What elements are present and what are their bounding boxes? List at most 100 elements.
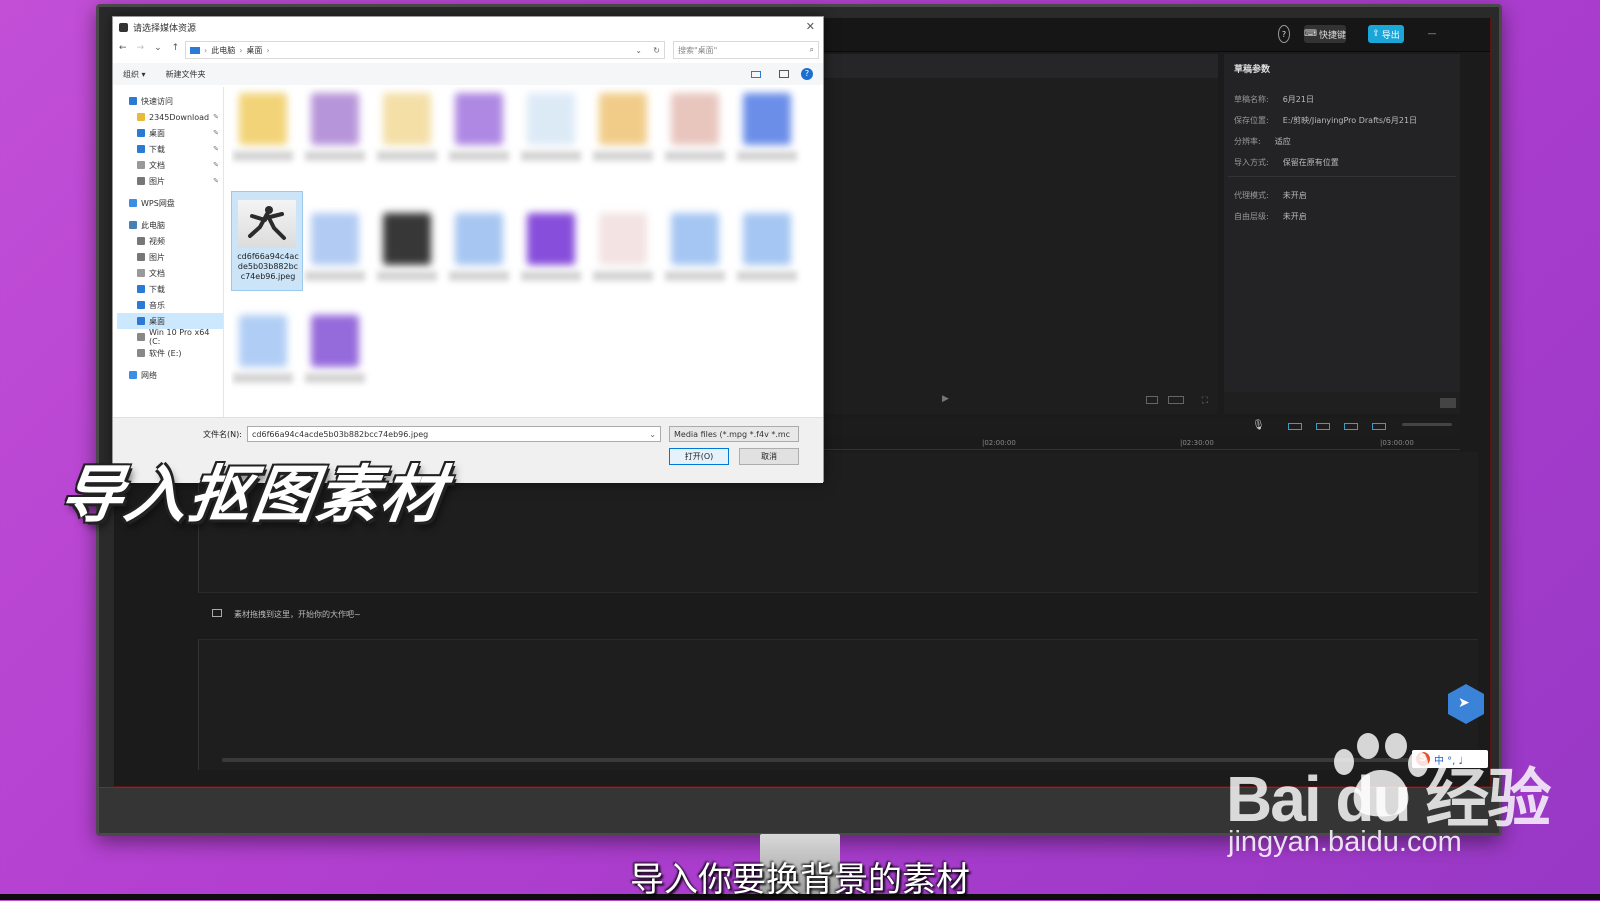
draft-row: 保存位置: E:/剪映/JianyingPro Drafts/6月21日 [1234, 115, 1417, 126]
fullscreen-icon[interactable]: ⛶ [1202, 396, 1208, 406]
search-placeholder: 搜索"桌面" [678, 45, 718, 55]
desktop-icon [137, 317, 145, 325]
file-item[interactable] [447, 207, 511, 291]
minimize-icon[interactable]: — [1426, 25, 1438, 43]
snap-icon[interactable] [1316, 423, 1330, 430]
nav-item[interactable]: 网络 [117, 367, 223, 383]
nav-item[interactable]: 图片 [117, 249, 223, 265]
player-panel: ▶ ⛶ [814, 54, 1218, 414]
new-folder-button[interactable]: 新建文件夹 [166, 69, 206, 80]
filetype-select[interactable]: Media files (*.mpg *.f4v *.mc [669, 426, 799, 442]
draft-row-value: E:/剪映/JianyingPro Drafts/6月21日 [1282, 116, 1418, 125]
view-icon[interactable] [751, 70, 761, 78]
split-icon[interactable] [1372, 423, 1386, 430]
forward-arrow-icon[interactable]: → [137, 43, 145, 53]
play-icon[interactable]: ▶ [942, 394, 949, 404]
blurred-file-name [665, 151, 725, 161]
nav-item-label: 音乐 [149, 300, 165, 310]
nav-item[interactable]: 图片 ✎ [117, 173, 223, 189]
close-icon[interactable]: ✕ [806, 20, 815, 33]
breadcrumb-item[interactable]: 此电脑 [211, 45, 235, 56]
refresh-icon[interactable]: ↻ [653, 46, 660, 55]
nav-item[interactable]: 文档 ✎ [117, 157, 223, 173]
file-item[interactable] [375, 87, 439, 171]
file-item[interactable] [591, 87, 655, 171]
nav-item[interactable]: 软件 (E:) [117, 345, 223, 361]
draft-title: 草稿参数 [1234, 65, 1271, 75]
file-item[interactable] [663, 207, 727, 291]
preview-axis-icon[interactable] [1344, 423, 1358, 430]
file-grid: cd6f66a94c4ac de5b03b882bc c74eb96.jpeg [231, 87, 821, 437]
file-thumbnail [455, 93, 503, 145]
dropdown-icon[interactable]: ⌄ [635, 46, 642, 55]
file-item[interactable] [375, 207, 439, 291]
up-arrow-icon[interactable]: ↑ [172, 43, 180, 53]
main-track[interactable]: 素材拖拽到这里，开始你的大作吧~ [198, 592, 1478, 640]
file-item[interactable] [735, 207, 799, 291]
nav-item[interactable]: 此电脑 [117, 217, 223, 233]
nav-item[interactable]: 文档 [117, 265, 223, 281]
nav-buttons: ← → ⌄ ↑ [119, 43, 179, 53]
draft-row-label: 分辨率: [1234, 137, 1261, 146]
nav-item[interactable]: 2345Download ✎ [117, 109, 223, 125]
file-thumbnail [239, 93, 287, 145]
cancel-button[interactable]: 取消 [739, 448, 799, 465]
filename-input[interactable]: cd6f66a94c4acde5b03b882bcc74eb96.jpeg ⌄ [247, 426, 661, 442]
nav-item[interactable]: 桌面 ✎ [117, 125, 223, 141]
filename-label: 文件名(N): [203, 430, 242, 439]
open-button[interactable]: 打开(O) [669, 448, 729, 465]
address-bar[interactable]: › 此电脑 › 桌面 › ⌄ ↻ [185, 41, 665, 59]
file-item[interactable] [591, 207, 655, 291]
help-icon[interactable]: ? [1278, 25, 1290, 43]
chevron-down-icon[interactable]: ⌄ [154, 43, 162, 53]
shortcut-label: 快捷键 [1319, 30, 1347, 41]
breadcrumb-item[interactable]: 桌面 [246, 45, 262, 56]
file-item[interactable] [303, 309, 367, 393]
nav-item[interactable]: 视频 [117, 233, 223, 249]
selected-file[interactable]: cd6f66a94c4ac de5b03b882bc c74eb96.jpeg [231, 191, 303, 291]
draft-row: 分辨率: 适应 [1234, 136, 1291, 147]
file-item[interactable] [663, 87, 727, 171]
bird-glyph: ➤ [1458, 695, 1470, 711]
nav-item[interactable]: 下载 [117, 281, 223, 297]
ratio-icon[interactable] [1146, 396, 1158, 404]
file-item[interactable] [303, 207, 367, 291]
help-icon[interactable]: ? [801, 68, 813, 80]
nav-item[interactable]: 下载 ✎ [117, 141, 223, 157]
preview-pane-icon[interactable] [779, 70, 789, 78]
microphone-icon[interactable]: 🎙 [1252, 420, 1265, 431]
organize-button[interactable]: 组织 ▾ [123, 69, 146, 80]
file-item[interactable] [735, 87, 799, 171]
file-item[interactable] [303, 87, 367, 171]
nav-item[interactable]: 音乐 [117, 297, 223, 313]
draft-row: 草稿名称: 6月21日 [1234, 94, 1314, 105]
file-item[interactable] [231, 87, 295, 171]
back-arrow-icon[interactable]: ← [119, 43, 127, 53]
blurred-file-name [449, 151, 509, 161]
file-item[interactable] [519, 87, 583, 171]
film-icon [212, 609, 222, 617]
nav-item[interactable]: Win 10 Pro x64 (C: [117, 328, 223, 346]
file-item[interactable] [519, 207, 583, 291]
zoom-slider[interactable] [1402, 423, 1452, 426]
nav-item[interactable]: 桌面 [117, 313, 223, 329]
nav-item[interactable]: WPS网盘 [117, 195, 223, 211]
panel-toggle-icon[interactable] [1440, 398, 1456, 408]
link-icon[interactable] [1288, 423, 1302, 430]
ruler-tick-label: |02:00:00 [982, 439, 1016, 447]
layout-icon[interactable] [1168, 396, 1184, 404]
nav-item[interactable]: 快速访问 [117, 93, 223, 109]
blurred-file-name [233, 373, 293, 383]
draft-row: 导入方式: 保留在原有位置 [1234, 157, 1339, 168]
drive-icon [137, 349, 145, 357]
search-input[interactable]: 搜索"桌面" ⌕ [673, 41, 819, 59]
picture-icon [137, 177, 145, 185]
nav-item-label: 下载 [149, 284, 165, 294]
shortcut-button[interactable]: ⌨ 快捷键 [1304, 25, 1346, 43]
ruler-tick-label: |03:00:00 [1380, 439, 1414, 447]
file-item[interactable] [447, 87, 511, 171]
export-button[interactable]: ⇪ 导出 [1368, 25, 1404, 43]
file-item[interactable] [231, 309, 295, 393]
blurred-file-name [737, 271, 797, 281]
chevron-down-icon[interactable]: ⌄ [649, 430, 656, 439]
